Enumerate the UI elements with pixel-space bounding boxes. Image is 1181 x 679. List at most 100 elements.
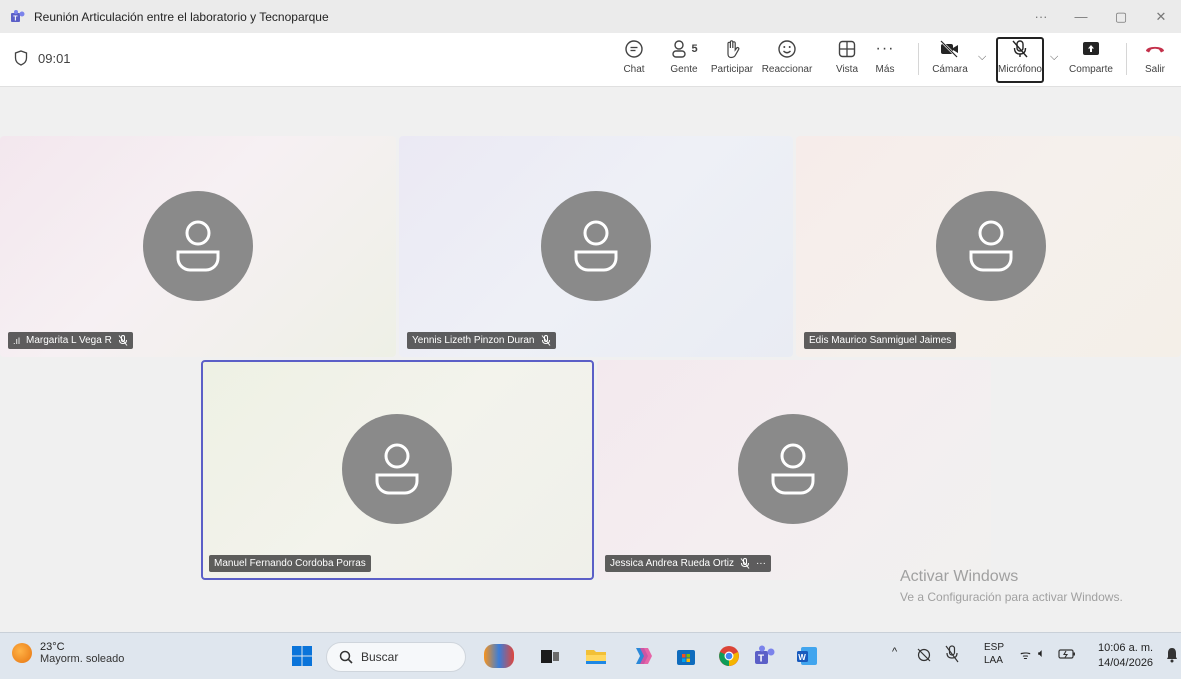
participant-tile[interactable]: Jessica Andrea Rueda Ortiz ···: [597, 360, 991, 580]
camera-off-icon: [940, 40, 958, 58]
mic-off-icon: [740, 558, 750, 569]
participant-name: Jessica Andrea Rueda Ortiz: [610, 558, 734, 569]
view-button[interactable]: Vista: [832, 37, 862, 83]
signal-bars-icon: .ıl: [13, 335, 21, 346]
timer-label: 09:01: [38, 50, 71, 66]
mic-options-chevron-icon[interactable]: ⌵: [1050, 51, 1058, 64]
react-label: Reaccionar: [761, 64, 813, 75]
chat-button[interactable]: Chat: [619, 37, 649, 83]
language-indicator[interactable]: ESP LAA: [984, 641, 1004, 667]
person-icon: [176, 220, 220, 272]
watermark-subtitle: Ve a Configuración para activar Windows.: [900, 590, 1123, 604]
taskbar-search-box[interactable]: Buscar: [326, 642, 466, 672]
activate-windows-watermark: Activar Windows Ve a Configuración para …: [900, 568, 1123, 604]
wifi-icon[interactable]: ᯤ: [1020, 646, 1031, 663]
window-more-button[interactable]: ···: [1021, 9, 1061, 24]
watermark-title: Activar Windows: [900, 568, 1019, 585]
battery-charging-icon[interactable]: [1058, 647, 1076, 661]
participant-tile[interactable]: Yennis Lizeth Pinzon Duran: [399, 136, 793, 357]
raise-hand-label: Participar: [710, 64, 754, 75]
svg-text:W: W: [798, 653, 806, 662]
file-explorer-icon[interactable]: [584, 644, 608, 668]
keyboard-layout: LAA: [984, 655, 1003, 666]
notifications-off-icon[interactable]: [916, 647, 932, 663]
person-icon: [771, 443, 815, 495]
microphone-button[interactable]: Micrófono: [997, 37, 1043, 83]
participant-tile[interactable]: Edis Maurico Sanmiguel Jaimes: [796, 136, 1181, 357]
window-title: Reunión Articulación entre el laboratori…: [34, 9, 329, 24]
participant-nametag: Yennis Lizeth Pinzon Duran: [407, 332, 556, 349]
meeting-toolbar: 09:01 Chat 5 Gente Participar Reaccionar…: [0, 33, 1181, 87]
participant-name: Margarita L Vega R: [26, 335, 112, 346]
camera-options-chevron-icon[interactable]: ⌵: [978, 51, 986, 64]
raise-hand-icon: [727, 40, 740, 59]
mic-muted-tray-icon[interactable]: [944, 645, 960, 663]
word-icon[interactable]: W: [795, 644, 819, 668]
avatar: [738, 414, 848, 524]
smiley-icon: [778, 40, 796, 58]
shield-icon: [14, 50, 28, 66]
people-label: Gente: [670, 64, 698, 75]
weather-widget[interactable]: 23°C Mayorm. soleado: [12, 641, 124, 665]
leave-button[interactable]: Salir: [1140, 37, 1170, 83]
clock-time: 10:06 a. m.: [1098, 642, 1154, 654]
microphone-label: Micrófono: [998, 64, 1042, 75]
task-view-icon[interactable]: [538, 644, 562, 668]
share-button[interactable]: Comparte: [1066, 37, 1116, 83]
mic-off-icon: [118, 335, 128, 346]
person-icon: [574, 220, 618, 272]
volume-icon[interactable]: 🔈︎: [1038, 646, 1045, 661]
more-label: Más: [875, 64, 895, 75]
toolbar-divider: [918, 43, 919, 75]
window-titlebar: T Reunión Articulación entre el laborato…: [0, 0, 1181, 33]
participant-tile[interactable]: .ıl Margarita L Vega R: [0, 136, 396, 357]
avatar: [541, 191, 651, 301]
video-stage: .ıl Margarita L Vega R Yennis Lizeth Pin…: [0, 88, 1181, 630]
mic-off-icon: [541, 335, 550, 346]
weather-temperature: 23°C: [40, 641, 65, 653]
chat-icon: [625, 40, 643, 58]
teams-taskbar-icon[interactable]: T: [753, 644, 777, 668]
chrome-icon[interactable]: [717, 644, 741, 668]
participant-name: Edis Maurico Sanmiguel Jaimes: [809, 335, 952, 346]
person-icon: [375, 443, 419, 495]
copilot-icon[interactable]: [630, 644, 654, 668]
grid-view-icon: [838, 40, 856, 58]
svg-text:T: T: [13, 15, 18, 22]
more-button[interactable]: ··· Más: [870, 37, 900, 83]
windows-start-icon[interactable]: [290, 644, 314, 668]
raise-hand-button[interactable]: Participar: [710, 37, 754, 83]
camera-label: Cámara: [932, 64, 968, 75]
notification-bell-icon[interactable]: [1166, 647, 1178, 663]
camera-button[interactable]: Cámara: [930, 37, 970, 83]
svg-text:T: T: [758, 654, 764, 665]
clock-date: 14/04/2026: [1098, 657, 1154, 669]
weather-description: Mayorm. soleado: [40, 653, 125, 665]
search-icon: [339, 650, 353, 664]
show-hidden-icons-chevron-icon[interactable]: ^: [892, 646, 897, 658]
widgets-news-icon[interactable]: [484, 644, 514, 668]
view-label: Vista: [835, 64, 859, 75]
people-icon: [672, 40, 687, 58]
language-code: ESP: [984, 642, 1005, 653]
share-screen-icon: [1083, 42, 1099, 55]
participant-more-button[interactable]: ···: [756, 558, 766, 569]
close-window-button[interactable]: ✕: [1141, 9, 1181, 25]
participant-tile-active-speaker[interactable]: Manuel Fernando Cordoba Porras: [201, 360, 594, 580]
people-button[interactable]: 5 Gente: [666, 37, 702, 83]
microsoft-store-icon[interactable]: [674, 644, 698, 668]
react-button[interactable]: Reaccionar: [760, 37, 814, 83]
participant-nametag: Edis Maurico Sanmiguel Jaimes: [804, 332, 957, 349]
avatar: [143, 191, 253, 301]
participant-nametag: Jessica Andrea Rueda Ortiz ···: [605, 555, 771, 572]
participant-nametag: .ıl Margarita L Vega R: [8, 332, 133, 349]
participant-nametag: Manuel Fernando Cordoba Porras: [209, 555, 371, 572]
more-dots-icon: ···: [875, 40, 895, 57]
participant-name: Manuel Fernando Cordoba Porras: [214, 558, 366, 569]
minimize-button[interactable]: —: [1061, 9, 1101, 24]
participant-name: Yennis Lizeth Pinzon Duran: [412, 335, 535, 346]
taskbar-clock[interactable]: 10:06 a. m. 14/04/2026: [1098, 641, 1153, 671]
weather-sun-icon: [12, 643, 32, 663]
maximize-button[interactable]: ▢: [1101, 9, 1141, 25]
avatar: [936, 191, 1046, 301]
